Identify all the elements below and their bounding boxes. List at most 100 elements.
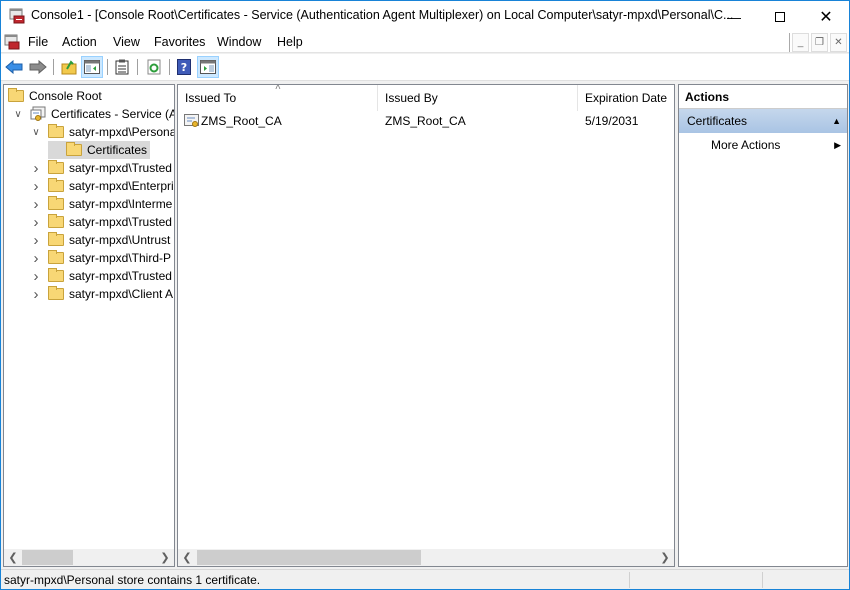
tree-item[interactable]: › satyr-mpxd\Untrust <box>30 231 171 249</box>
scroll-right-icon[interactable]: ❯ <box>657 550 673 565</box>
help-button[interactable]: ? <box>173 56 195 78</box>
toolbar-separator <box>107 59 108 75</box>
scrollbar-thumb[interactable] <box>197 550 421 565</box>
tree-item[interactable]: › satyr-mpxd\Interme <box>30 195 173 213</box>
maximize-button[interactable] <box>757 1 803 32</box>
column-header-issued-to[interactable]: Issued To ˄ <box>178 85 378 111</box>
tree-item-label: Certificates <box>87 143 148 157</box>
tree-item[interactable]: › satyr-mpxd\Third-P <box>30 249 172 267</box>
tree-item[interactable]: › satyr-mpxd\Client A <box>30 285 174 303</box>
tree-item[interactable]: › satyr-mpxd\Trusted <box>30 213 172 231</box>
cell-issued-by: ZMS_Root_CA <box>385 114 466 128</box>
certificate-icon <box>184 114 199 127</box>
toolbar: ? <box>1 54 849 81</box>
folder-icon <box>48 214 64 228</box>
menu-bar: File Action View Favorites Window Help _… <box>1 32 849 53</box>
certificates-snapin-icon <box>30 106 46 121</box>
table-row[interactable]: ZMS_Root_CA ZMS_Root_CA 5/19/2031 <box>178 111 674 131</box>
scroll-left-icon[interactable]: ❮ <box>5 550 21 565</box>
toolbar-separator <box>169 59 170 75</box>
expand-chevron-right-icon[interactable]: › <box>30 268 42 285</box>
close-icon: ✕ <box>819 8 833 26</box>
scrollbar-thumb[interactable] <box>22 550 73 565</box>
refresh-button[interactable] <box>143 56 165 78</box>
status-separator <box>629 572 630 588</box>
close-button[interactable]: ✕ <box>803 1 849 32</box>
list-horizontal-scrollbar[interactable]: ❮ ❯ <box>178 549 674 566</box>
help-icon: ? <box>177 59 191 75</box>
results-list-pane: Issued To ˄ Issued By Expiration Date ZM… <box>177 84 675 567</box>
forward-icon <box>29 60 47 74</box>
column-header-issued-by[interactable]: Issued By <box>378 85 578 111</box>
folder-icon <box>48 178 64 192</box>
tree-item-label: satyr-mpxd\Trusted <box>69 161 172 175</box>
scroll-right-icon[interactable]: ❯ <box>157 550 173 565</box>
child-minimize-button[interactable]: _ <box>792 33 809 52</box>
properties-icon <box>115 59 129 75</box>
cell-expiration-date: 5/19/2031 <box>585 114 639 128</box>
expand-chevron-down-icon[interactable]: ∨ <box>12 109 24 120</box>
status-separator <box>762 572 763 588</box>
refresh-icon <box>147 59 161 75</box>
action-more-actions[interactable]: More Actions ▶ <box>679 133 847 157</box>
expand-chevron-right-icon[interactable]: › <box>30 178 42 195</box>
folder-icon <box>48 250 64 264</box>
folder-icon <box>66 142 82 156</box>
show-hide-action-pane-button[interactable] <box>197 56 219 78</box>
tree-item-label: Console Root <box>29 89 102 103</box>
menu-help[interactable]: Help <box>277 35 303 49</box>
minimize-button[interactable]: — <box>711 1 757 32</box>
forward-button[interactable] <box>27 56 49 78</box>
menu-action[interactable]: Action <box>62 35 97 49</box>
tree-item-selected[interactable]: Certificates <box>48 141 151 159</box>
tree-item-label: satyr-mpxd\Trusted <box>69 269 172 283</box>
up-folder-icon <box>61 60 77 75</box>
tree-item-label: Certificates - Service (Au <box>51 107 175 121</box>
expand-chevron-down-icon[interactable]: ∨ <box>30 127 42 138</box>
expand-chevron-right-icon[interactable]: › <box>30 196 42 213</box>
tree-item[interactable]: › satyr-mpxd\Trusted <box>30 267 172 285</box>
tree-item[interactable]: Console Root <box>8 87 102 105</box>
window-title: Console1 - [Console Root\Certificates - … <box>31 8 734 22</box>
menu-view[interactable]: View <box>113 35 140 49</box>
expand-chevron-right-icon[interactable]: › <box>30 286 42 303</box>
child-close-button[interactable]: ✕ <box>830 33 847 52</box>
tree-item[interactable]: ∨ satyr-mpxd\Persona <box>30 123 174 141</box>
scroll-left-icon[interactable]: ❮ <box>179 550 195 565</box>
menu-favorites[interactable]: Favorites <box>154 35 205 49</box>
folder-icon <box>48 232 64 246</box>
expand-chevron-right-icon[interactable]: › <box>30 214 42 231</box>
minimize-icon: — <box>727 8 741 25</box>
tree-item-label: satyr-mpxd\Interme <box>69 197 173 211</box>
back-button[interactable] <box>3 56 25 78</box>
tree-item[interactable]: ∨ Certificates - Service (Au <box>12 105 175 123</box>
folder-icon <box>48 268 64 282</box>
expand-chevron-right-icon[interactable]: › <box>30 232 42 249</box>
collapse-up-icon: ▲ <box>832 116 841 126</box>
menu-window[interactable]: Window <box>217 35 261 49</box>
show-hide-console-tree-button[interactable] <box>81 56 103 78</box>
toolbar-separator <box>137 59 138 75</box>
expand-chevron-right-icon[interactable]: › <box>30 250 42 267</box>
toolbar-separator <box>53 59 54 75</box>
tree-item-label: satyr-mpxd\Client A <box>69 287 174 301</box>
tree-horizontal-scrollbar[interactable]: ❮ ❯ <box>4 549 174 566</box>
up-one-level-button[interactable] <box>58 56 80 78</box>
properties-button[interactable] <box>111 56 133 78</box>
menu-file[interactable]: File <box>28 35 48 49</box>
folder-icon <box>48 124 64 138</box>
show-hide-action-pane-icon <box>200 60 216 74</box>
expand-chevron-right-icon[interactable]: › <box>30 160 42 177</box>
status-bar: satyr-mpxd\Personal store contains 1 cer… <box>1 569 849 589</box>
actions-section-certificates[interactable]: Certificates ▲ <box>679 109 847 133</box>
child-restore-button[interactable]: ❐ <box>811 33 828 52</box>
tree-item-label: satyr-mpxd\Enterpri <box>69 179 174 193</box>
mdi-child-controls: _ ❐ ✕ <box>789 33 847 52</box>
title-bar: Console1 - [Console Root\Certificates - … <box>1 1 849 32</box>
mmc-system-menu-icon[interactable] <box>4 34 20 50</box>
column-header-expiration-date[interactable]: Expiration Date <box>578 85 674 111</box>
tree-item[interactable]: › satyr-mpxd\Enterpri <box>30 177 174 195</box>
actions-pane: Actions Certificates ▲ More Actions ▶ <box>678 84 848 567</box>
submenu-arrow-icon: ▶ <box>834 139 841 150</box>
tree-item[interactable]: › satyr-mpxd\Trusted <box>30 159 172 177</box>
